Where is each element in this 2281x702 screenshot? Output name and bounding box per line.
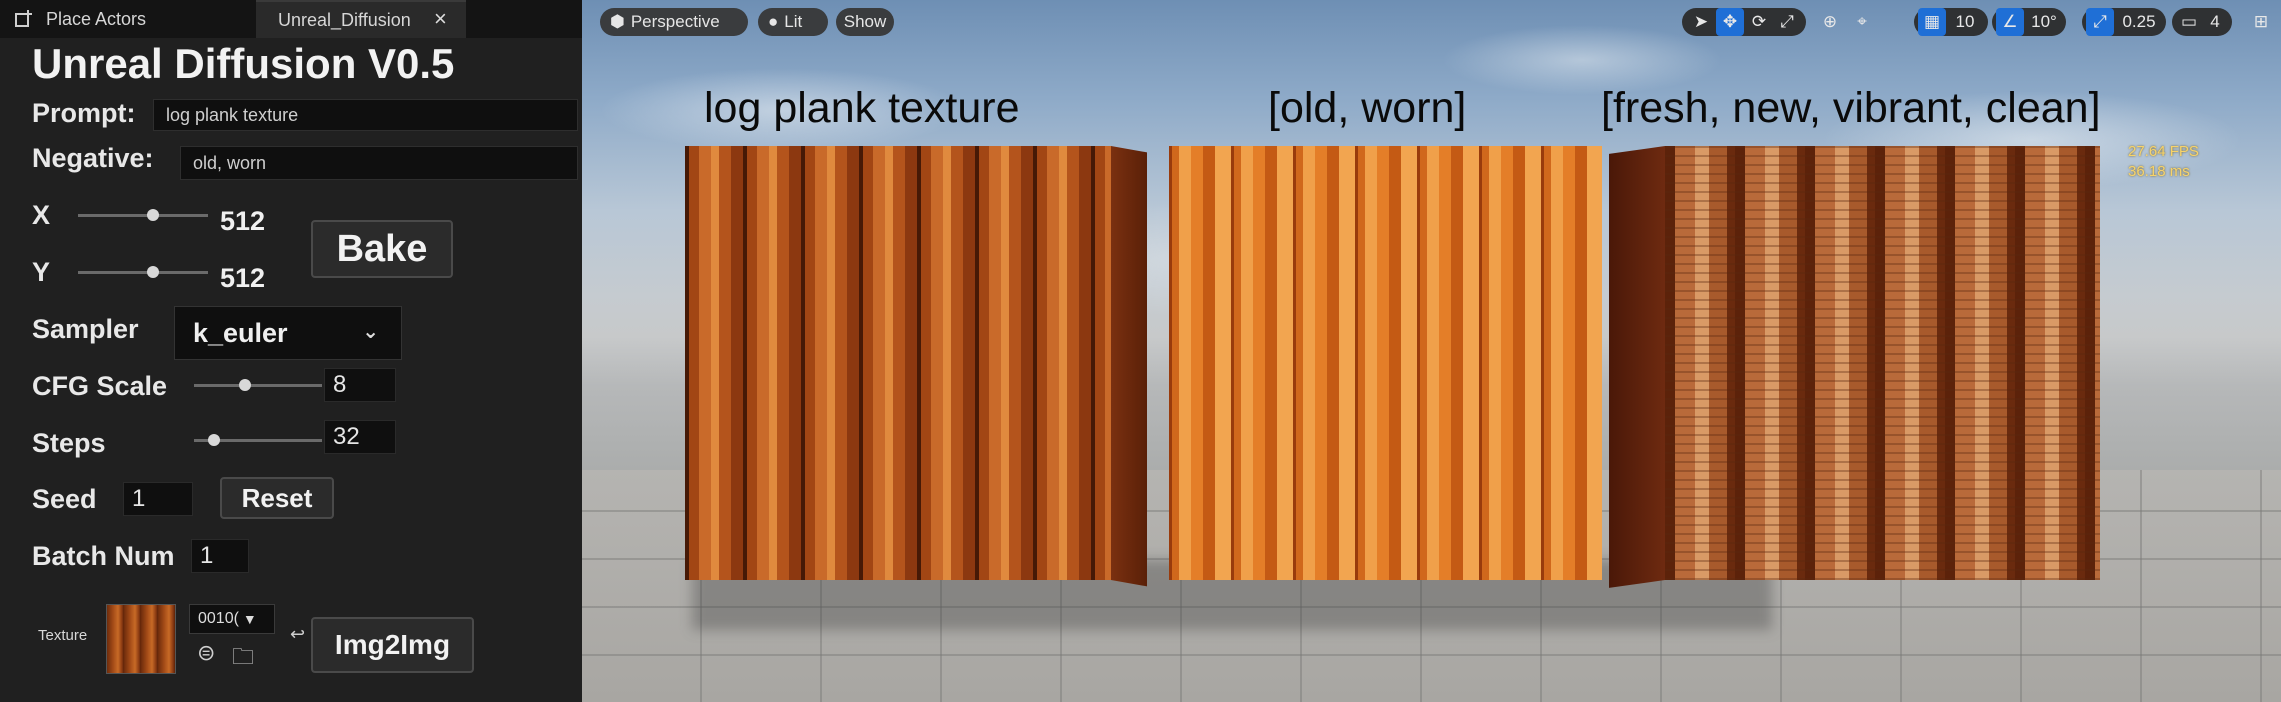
img2img-button[interactable]: Img2Img [311, 617, 474, 673]
negative-label: Negative: [32, 143, 154, 173]
layout-icon[interactable]: ⊞ [2246, 8, 2276, 36]
lit-label: Lit [784, 12, 803, 31]
lit-button[interactable]: ● Lit [758, 8, 828, 36]
cube-fresh-new[interactable] [1609, 146, 2100, 588]
show-label: Show [843, 12, 887, 31]
grid-snap-value[interactable]: 10 [1948, 8, 1982, 36]
caption-fresh-new: [fresh, new, vibrant, clean] [1601, 84, 2101, 132]
perspective-label: Perspective [630, 12, 720, 31]
sampler-value: k_euler [193, 317, 288, 348]
cfg-scale-slider-thumb[interactable] [239, 379, 252, 391]
perspective-cube-icon: ⬢ [610, 12, 625, 31]
x-label: X [32, 200, 51, 230]
scale-snap-value[interactable]: 0.25 [2116, 8, 2162, 36]
camera-icon[interactable]: ▭ [2176, 8, 2202, 36]
translate-icon[interactable]: ✥ [1716, 8, 1744, 36]
cube-old-worn[interactable] [1169, 146, 1602, 580]
show-button[interactable]: Show [836, 8, 894, 36]
place-actors-icon [15, 10, 32, 27]
scale-icon[interactable]: ⤢ [1774, 8, 1800, 36]
chevron-down-icon: ▼ [242, 611, 257, 627]
chevron-down-icon: ⌄ [362, 321, 379, 343]
surface-snap-icon[interactable]: ⌖ [1848, 8, 1876, 36]
texture-asset-value: 0010( [198, 610, 239, 627]
cube-side-face [1111, 146, 1147, 587]
sampler-dropdown[interactable]: k_euler ⌄ [174, 306, 402, 360]
sampler-label: Sampler [32, 314, 139, 344]
rotation-snap-value[interactable]: 10° [2026, 8, 2062, 36]
reset-arrow-icon[interactable]: ↩ [290, 624, 305, 645]
negative-input[interactable]: old, worn [180, 146, 578, 180]
close-icon[interactable]: × [434, 0, 447, 38]
folder-icon[interactable]: 🗀 [232, 640, 254, 678]
cube-front-face [685, 146, 1111, 580]
angle-icon[interactable]: ∠ [1996, 8, 2024, 36]
steps-label: Steps [32, 428, 106, 458]
fps-stats: 27.64 FPS 36.18 ms [2128, 142, 2199, 182]
lit-sphere-icon: ● [768, 12, 779, 31]
cfg-scale-input[interactable]: 8 [324, 368, 396, 402]
steps-input[interactable]: 32 [324, 420, 396, 454]
caption-log-plank: log plank texture [704, 84, 1020, 132]
prompt-input[interactable]: log plank texture [153, 99, 578, 131]
tab-place-actors-label: Place Actors [46, 8, 147, 29]
reset-button[interactable]: Reset [220, 477, 334, 519]
seed-label: Seed [32, 484, 97, 514]
batch-num-input[interactable]: 1 [191, 539, 249, 573]
world-icon[interactable]: ⊕ [1816, 8, 1844, 36]
x-slider-thumb[interactable] [147, 209, 160, 221]
select-icon[interactable]: ➤ [1688, 8, 1714, 36]
seed-input[interactable]: 1 [123, 482, 193, 516]
cube-front-face [1169, 146, 1602, 580]
batch-num-label: Batch Num [32, 541, 175, 571]
y-label: Y [32, 257, 51, 287]
x-slider[interactable] [78, 214, 208, 217]
grid-icon[interactable]: ▦ [1918, 8, 1946, 36]
texture-label: Texture [38, 627, 88, 644]
unreal-diffusion-panel: Place Actors Unreal_Diffusion × Unreal D… [0, 0, 582, 702]
level-viewport[interactable]: log plank texture [old, worn] [fresh, ne… [582, 0, 2281, 702]
y-slider[interactable] [78, 271, 208, 274]
caption-old-worn: [old, worn] [1268, 84, 1467, 132]
cfg-scale-label: CFG Scale [32, 371, 168, 401]
tab-bar: Place Actors Unreal_Diffusion × [0, 0, 582, 38]
tab-unreal-diffusion-label: Unreal_Diffusion [278, 9, 411, 30]
prompt-label: Prompt: [32, 98, 136, 128]
y-slider-thumb[interactable] [147, 266, 160, 278]
cube-side-face [1609, 146, 1665, 588]
panel-title: Unreal Diffusion V0.5 [32, 40, 455, 87]
cfg-scale-slider[interactable] [194, 384, 322, 387]
camera-speed-value[interactable]: 4 [2202, 8, 2228, 36]
cube-front-face [1665, 146, 2100, 580]
perspective-button[interactable]: ⬢ Perspective [600, 8, 748, 36]
y-value: 512 [220, 263, 266, 293]
scale-snap-icon[interactable]: ⤢ [2086, 8, 2114, 36]
texture-asset-dropdown[interactable]: 0010( ▼ [189, 604, 275, 634]
texture-thumbnail[interactable] [106, 604, 176, 674]
tab-place-actors[interactable]: Place Actors [14, 0, 146, 38]
ms-value: 36.18 ms [2128, 163, 2190, 180]
rotate-icon[interactable]: ⟳ [1746, 8, 1772, 36]
fps-value: 27.64 FPS [2128, 143, 2199, 160]
bake-button[interactable]: Bake [311, 220, 453, 278]
steps-slider-thumb[interactable] [208, 434, 221, 446]
browse-icon[interactable]: ⊜ [197, 640, 215, 666]
cube-log-plank[interactable] [685, 146, 1147, 587]
x-value: 512 [220, 206, 266, 236]
